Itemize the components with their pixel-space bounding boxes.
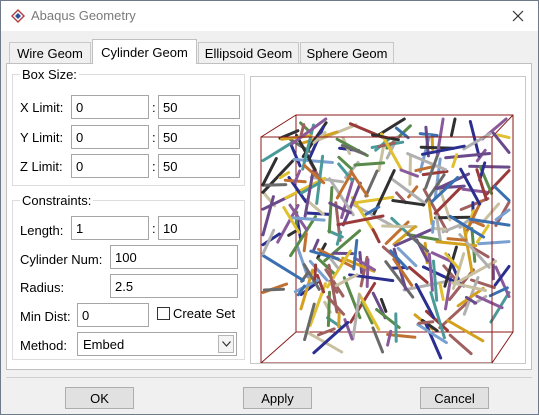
cylinder xyxy=(327,186,334,234)
z-limit-label: Z Limit: xyxy=(20,159,63,174)
cylinder xyxy=(496,133,511,140)
constraints-title: Constraints: xyxy=(20,193,94,208)
cylinder xyxy=(262,254,305,282)
x-limit-max-input[interactable] xyxy=(158,95,240,119)
cylinder xyxy=(446,237,467,242)
z-limit-separator: : xyxy=(152,159,156,174)
y-limit-min-input[interactable] xyxy=(71,125,149,149)
z-limit-max-input[interactable] xyxy=(158,154,240,178)
cylinder xyxy=(365,258,370,288)
cylinder xyxy=(350,195,395,205)
cylinder xyxy=(261,195,275,237)
box-edge xyxy=(260,331,297,363)
cylinder xyxy=(294,242,310,279)
cylinder xyxy=(349,169,369,198)
cylinder xyxy=(462,225,474,273)
cylinder xyxy=(305,211,331,216)
cylinder xyxy=(488,286,509,298)
close-icon xyxy=(512,10,524,22)
box-edge xyxy=(491,331,514,363)
cylinder xyxy=(444,152,492,160)
cylinder xyxy=(371,228,381,244)
cylinder xyxy=(381,224,418,229)
cylinder xyxy=(492,184,511,202)
cylinder xyxy=(438,282,445,301)
cylinder-geometry-render xyxy=(260,114,514,363)
cylinder xyxy=(261,140,295,163)
dialog-window: Abaqus Geometry Wire Geom Cylinder Geom … xyxy=(0,0,539,415)
cylinder xyxy=(313,263,318,281)
close-button[interactable] xyxy=(502,4,534,28)
cylinder-num-input[interactable] xyxy=(110,245,238,269)
y-limit-label: Y Limit: xyxy=(20,130,64,145)
length-max-input[interactable] xyxy=(158,216,240,240)
cylinder xyxy=(329,257,340,270)
abaqus-app-icon xyxy=(11,9,25,23)
y-limit-max-input[interactable] xyxy=(158,125,240,149)
cylinder xyxy=(353,161,386,167)
x-limit-label: X Limit: xyxy=(20,100,64,115)
length-label: Length: xyxy=(20,223,64,238)
tab-cylinder-geom[interactable]: Cylinder Geom xyxy=(92,39,197,64)
cylinder xyxy=(408,154,412,186)
tab-wire-geom[interactable]: Wire Geom xyxy=(9,42,91,63)
method-select[interactable]: Embed xyxy=(77,332,237,356)
radius-input[interactable] xyxy=(110,274,238,298)
cylinder xyxy=(337,311,341,329)
cylinder xyxy=(475,294,504,310)
min-dist-input[interactable] xyxy=(77,303,149,327)
cylinder xyxy=(386,333,417,339)
radius-label: Radius: xyxy=(20,280,65,295)
length-min-input[interactable] xyxy=(71,216,149,240)
cylinder xyxy=(468,164,511,169)
cylinder xyxy=(468,120,481,158)
x-limit-separator: : xyxy=(152,100,156,115)
cylinder xyxy=(364,169,379,198)
ok-button[interactable]: OK xyxy=(65,387,134,409)
cylinder-num-label: Cylinder Num: xyxy=(20,252,103,267)
cylinder xyxy=(391,199,426,207)
button-separator xyxy=(6,377,532,378)
cylinder xyxy=(432,259,439,302)
min-dist-label: Min Dist: xyxy=(20,309,71,324)
box-size-title: Box Size: xyxy=(20,67,79,82)
tab-ellipsoid-geom[interactable]: Ellipsoid Geom xyxy=(198,42,299,63)
cylinder xyxy=(431,220,435,234)
chevron-down-icon xyxy=(221,341,231,347)
title-bar: Abaqus Geometry xyxy=(1,1,538,31)
method-selected-value: Embed xyxy=(83,337,125,352)
y-limit-separator: : xyxy=(152,130,156,145)
cylinder xyxy=(302,232,308,253)
cylinder-geom-panel: Box Size: X Limit: : Y Limit: : Z Limit:… xyxy=(6,63,532,370)
window-title: Abaqus Geometry xyxy=(31,8,136,23)
cylinder xyxy=(262,287,285,292)
method-label: Method: xyxy=(20,338,67,353)
cylinder xyxy=(303,169,315,218)
create-set-label: Create Set xyxy=(173,306,236,321)
length-separator: : xyxy=(152,221,156,236)
apply-button[interactable]: Apply xyxy=(243,387,312,409)
cylinder xyxy=(417,320,435,325)
method-dropdown-button[interactable] xyxy=(218,335,234,353)
cylinder xyxy=(261,183,288,187)
cylinder xyxy=(459,197,490,211)
z-limit-min-input[interactable] xyxy=(71,154,149,178)
create-set-checkbox[interactable] xyxy=(157,307,170,320)
cylinder xyxy=(299,123,306,137)
x-limit-min-input[interactable] xyxy=(71,95,149,119)
cylinder xyxy=(448,333,473,356)
cancel-button[interactable]: Cancel xyxy=(420,387,489,409)
geometry-preview[interactable] xyxy=(250,76,526,364)
cylinder xyxy=(477,240,511,246)
cylinder xyxy=(450,117,457,137)
tab-sphere-geom[interactable]: Sphere Geom xyxy=(300,42,394,63)
cylinder xyxy=(407,265,429,284)
